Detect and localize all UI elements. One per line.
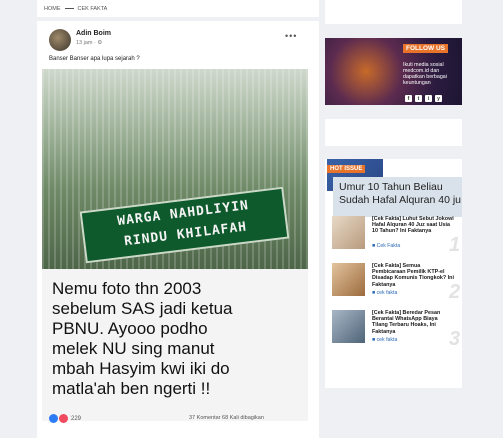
follow-us-title: FOLLOW US: [403, 44, 448, 53]
article-title[interactable]: [Cek Fakta] Luhut Sebut Jokowi Hafal Alq…: [372, 216, 454, 235]
twitter-icon[interactable]: t: [415, 95, 422, 102]
image-caption: Nemu foto thn 2003 sebelum SAS jadi ketu…: [52, 279, 302, 399]
sidebar-ad-slot: [325, 0, 462, 24]
hot-issue-item[interactable]: [Cek Fakta] Beredar Pesan Berantai Whats…: [332, 310, 462, 350]
article-category[interactable]: ■ cek fakta: [372, 290, 397, 296]
article-thumbnail[interactable]: [332, 263, 365, 296]
article-title[interactable]: [Cek Fakta] Beredar Pesan Berantai Whats…: [372, 310, 454, 335]
caption-line: melek NU sing manut: [52, 339, 215, 358]
hot-issue-hero[interactable]: Umur 10 Tahun Beliau Sudah Hafal Alquran…: [333, 177, 462, 217]
caption-line: Nemu foto thn 2003: [52, 279, 202, 298]
reaction-summary[interactable]: 229: [49, 414, 81, 423]
rank-number: 2: [449, 281, 461, 303]
hot-issue-item[interactable]: [Cek Fakta] Luhut Sebut Jokowi Hafal Alq…: [332, 216, 462, 256]
sidebar-ad-slot-2: [325, 119, 462, 146]
hot-issue-item[interactable]: [Cek Fakta] Semua Pembicaraan Pemilik KT…: [332, 263, 462, 303]
article-thumbnail[interactable]: [332, 310, 365, 343]
avatar[interactable]: [49, 29, 71, 51]
post-stats[interactable]: 37 Komentar 68 Kali dibagikan: [189, 415, 264, 421]
social-links: f t i y: [405, 95, 442, 102]
follow-us-banner[interactable]: FOLLOW US Ikuti media sosial medcom.id d…: [325, 38, 462, 105]
article-category[interactable]: ■ Cek Fakta: [372, 243, 400, 249]
post-author[interactable]: Adin Boim: [76, 30, 111, 37]
caption-line: PBNU. Ayooo podho: [52, 319, 208, 338]
hot-issue-hero-text: Umur 10 Tahun Beliau Sudah Hafal Alquran…: [339, 181, 462, 206]
follow-us-text: Ikuti media sosial medcom.id dan dapatka…: [403, 62, 447, 86]
breadcrumb: HOME CEK FAKTA: [37, 0, 319, 17]
hot-issue-label: HOT ISSUE: [327, 165, 366, 173]
reaction-count: 229: [71, 415, 82, 422]
caption-line: matla'ah ben ngerti !!: [52, 379, 211, 398]
rank-number: 1: [449, 234, 461, 256]
article-thumbnail[interactable]: [332, 216, 365, 249]
instagram-icon[interactable]: i: [425, 95, 432, 102]
facebook-post-embed: Adin Boim 13 jam · ⚙ ••• Banser Banser a…: [37, 21, 319, 438]
facebook-icon[interactable]: f: [405, 95, 412, 102]
hot-issue-widget: Umur 10 Tahun Beliau Sudah Hafal Alquran…: [325, 159, 462, 361]
breadcrumb-home[interactable]: HOME: [44, 6, 61, 12]
caption-line: mbah Hasyim kwi iki do: [52, 359, 230, 378]
post-meta: 13 jam · ⚙: [76, 40, 103, 46]
post-image[interactable]: WARGA NAHDLIYIN RINDU KHILAFAH Nemu foto…: [42, 69, 308, 421]
breadcrumb-current[interactable]: CEK FAKTA: [78, 6, 108, 12]
article-title[interactable]: [Cek Fakta] Semua Pembicaraan Pemilik KT…: [372, 263, 454, 288]
caption-line: sebelum SAS jadi ketua: [52, 299, 233, 318]
breadcrumb-separator: [64, 8, 74, 9]
rank-number: 3: [449, 328, 461, 350]
sidebar-ad-slot-3: [325, 361, 462, 388]
love-icon: [59, 414, 68, 423]
more-options-icon[interactable]: •••: [285, 31, 297, 41]
article-category[interactable]: ■ cek fakta: [372, 337, 397, 343]
like-icon: [49, 414, 58, 423]
post-text: Banser Banser apa lupa sejarah ?: [49, 56, 140, 62]
youtube-icon[interactable]: y: [435, 95, 442, 102]
